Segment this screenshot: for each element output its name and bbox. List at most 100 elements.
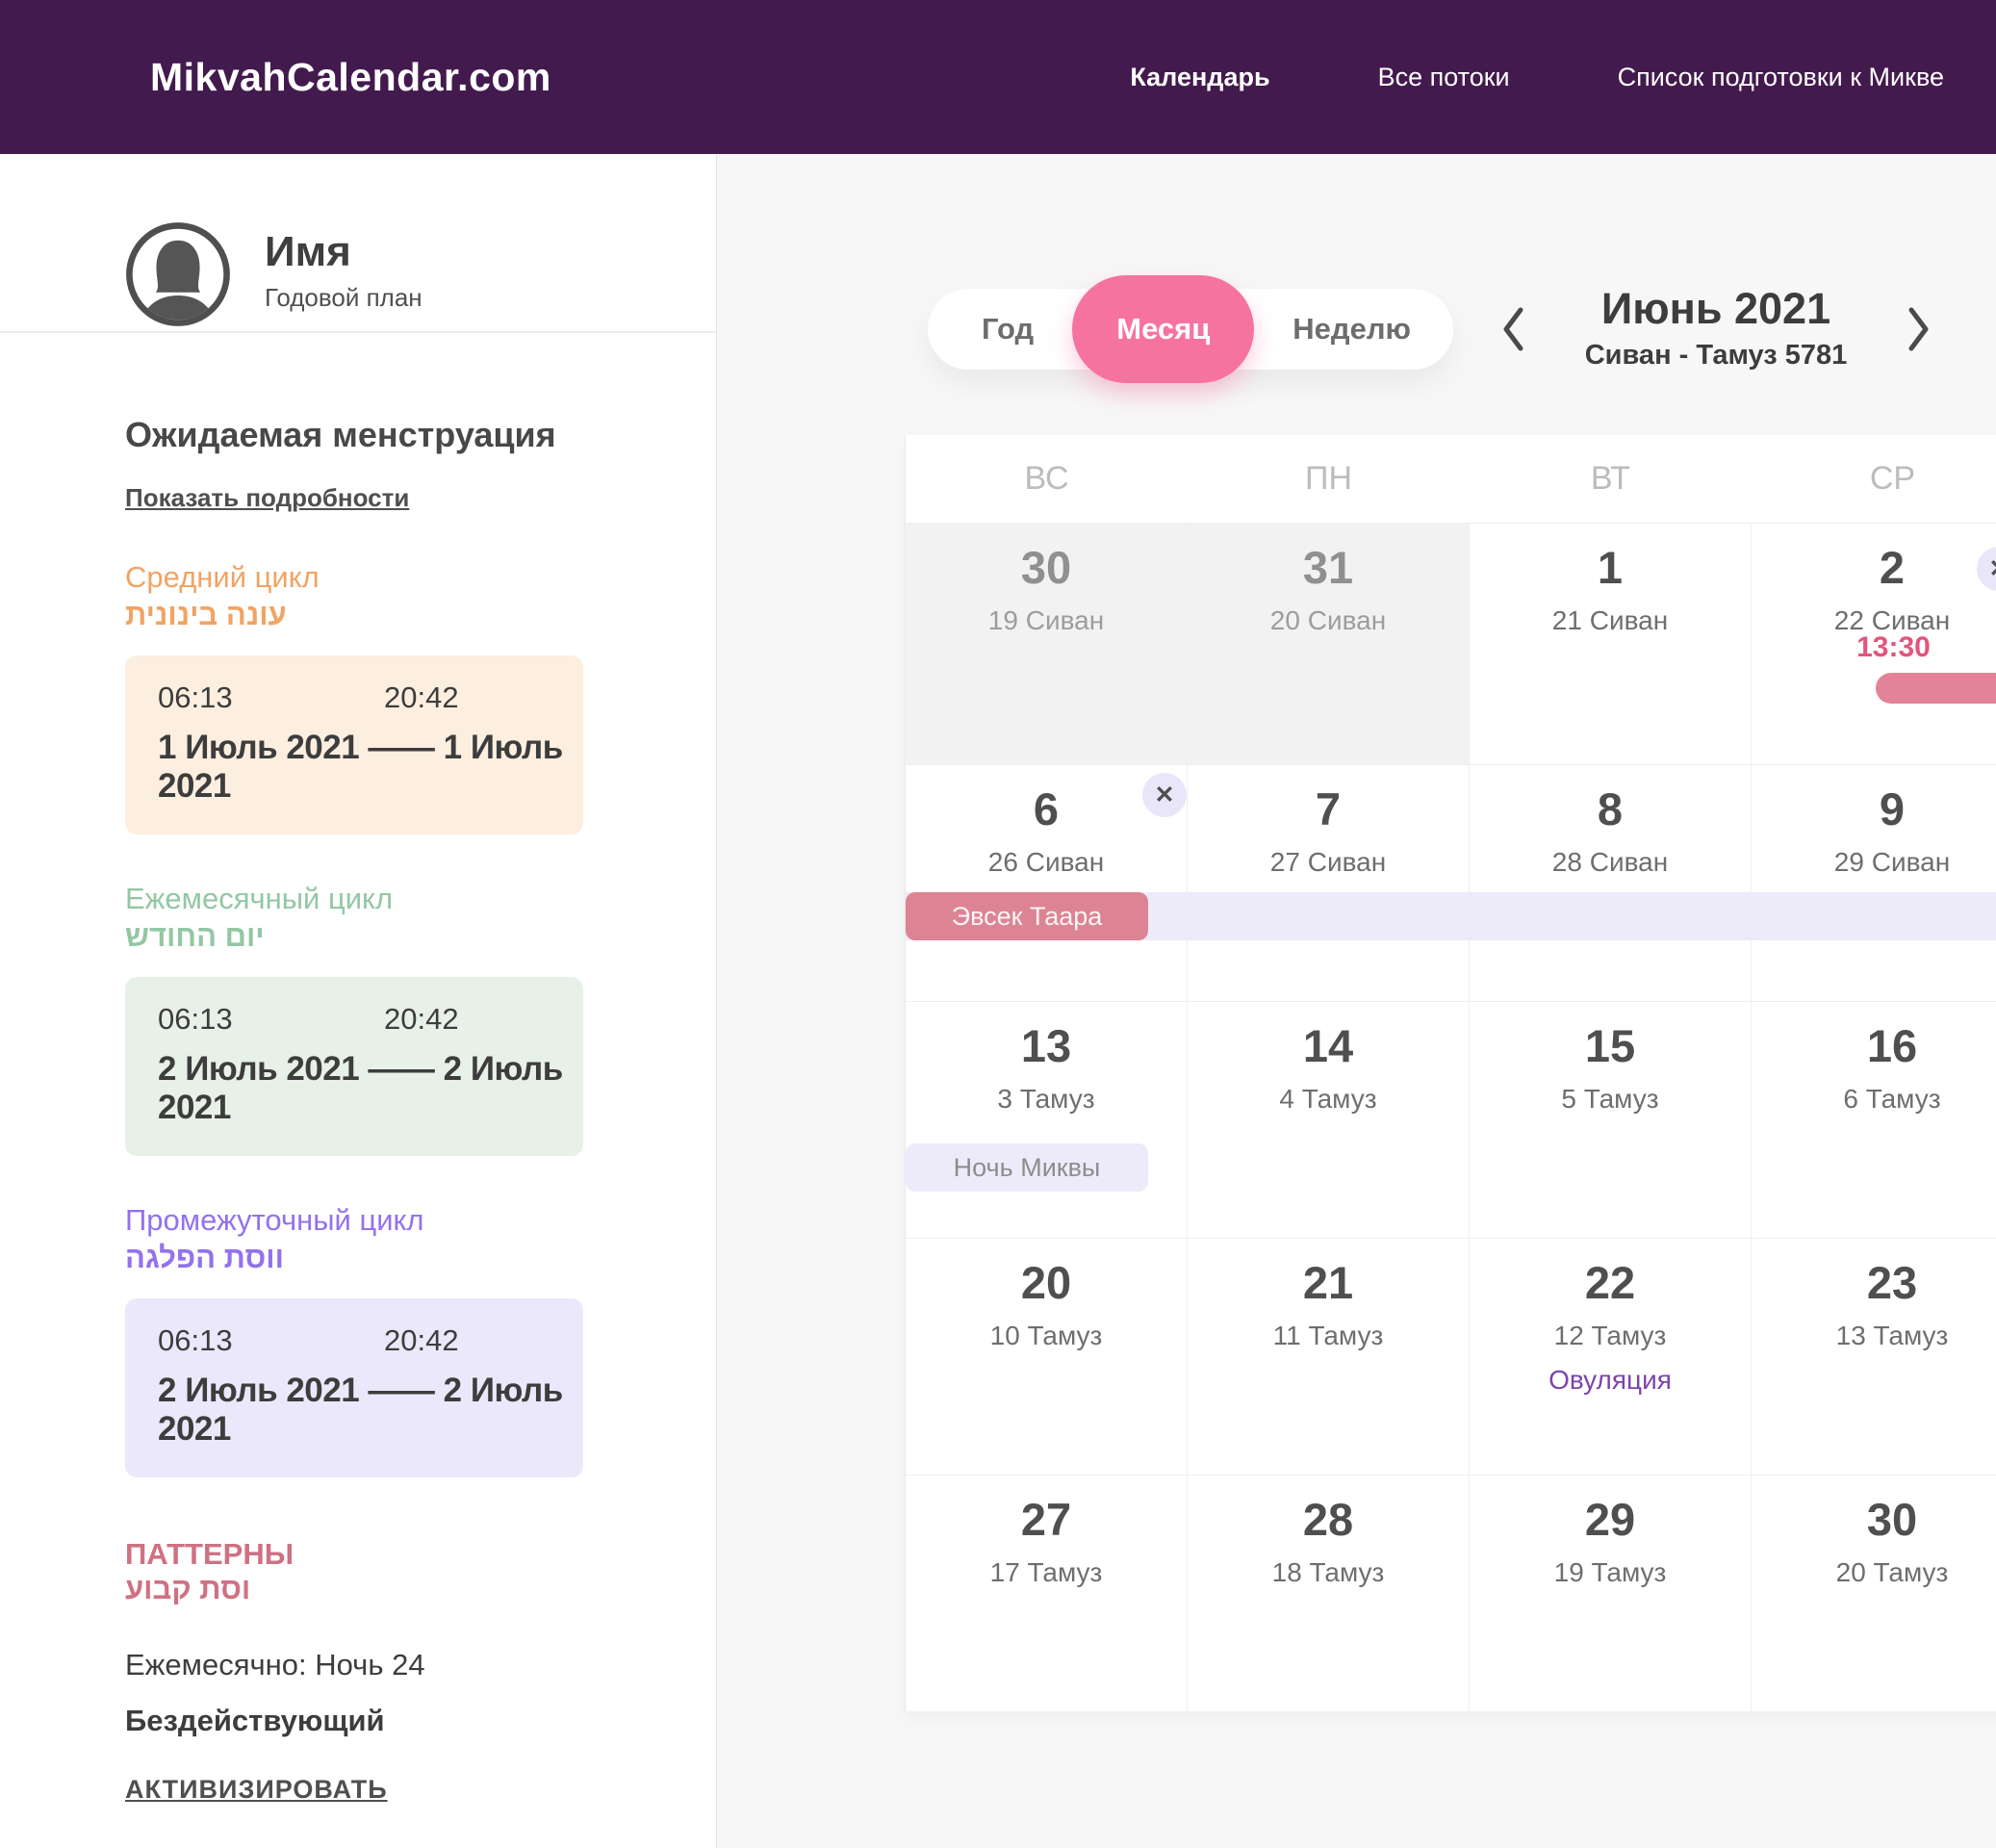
day-number: 9	[1752, 786, 1996, 832]
monthly-cycle-card: 06:13 20:42 2 Июль 2021 —— 2 Июль 2021	[125, 977, 583, 1156]
weekday-mon: ПН	[1188, 460, 1470, 498]
view-year-button[interactable]: Год	[953, 312, 1062, 346]
patterns-monthly: Ежемесячно: Ночь 24	[125, 1648, 716, 1682]
activate-link[interactable]: АКТИВИЗИРОВАТЬ	[125, 1775, 388, 1805]
times-row: 06:13 20:42	[158, 1323, 583, 1358]
app-logo: MikvahCalendar.com	[150, 55, 551, 100]
day-number: 22	[1470, 1260, 1751, 1305]
week-row: 30 19 Сиван 31 20 Сиван 1 21 Сиван 2 22 …	[906, 523, 1996, 764]
profile-text: Имя Годовой план	[265, 221, 422, 327]
day-cell[interactable]: 23 13 Тамуз	[1752, 1239, 1996, 1475]
view-week-button[interactable]: Неделю	[1264, 312, 1440, 346]
date-range: 2 Июль 2021 —— 2 Июль 2021	[158, 1050, 583, 1127]
nav-mikvah-prep-list[interactable]: Список подготовки к Микве	[1612, 62, 1950, 93]
event-time-label: 13:30	[1753, 631, 1996, 664]
day-number: 20	[906, 1260, 1187, 1305]
weekday-header-row: ВС ПН ВТ СР	[906, 435, 1996, 523]
sidebar-content: Ожидаемая менструация Показать подробнос…	[0, 416, 716, 1805]
day-number: 16	[1752, 1023, 1996, 1068]
prev-month-button[interactable]	[1498, 304, 1527, 354]
mikvah-night-badge[interactable]: Ночь Миквы	[906, 1143, 1148, 1192]
patterns-status: Бездействующий	[125, 1704, 716, 1738]
day-cell[interactable]: 27 17 Тамуз	[906, 1476, 1188, 1711]
interval-cycle-title: Промежуточный цикл	[125, 1204, 716, 1237]
day-cell[interactable]: 29 19 Тамуз	[1470, 1476, 1752, 1711]
day-number: 28	[1188, 1497, 1469, 1542]
interval-cycle-hebrew: ווסת הפלגה	[125, 1241, 716, 1275]
expected-menstruation-title: Ожидаемая менструация	[125, 416, 716, 454]
view-month-button[interactable]: Месяц	[1072, 275, 1254, 383]
nav-calendar[interactable]: Календарь	[1124, 62, 1275, 93]
day-cell[interactable]: 8 28 Сиван	[1470, 765, 1752, 1001]
patterns-title: ПАТТЕРНЫ	[125, 1537, 716, 1572]
day-number: 29	[1470, 1497, 1751, 1542]
chevron-right-icon	[1905, 304, 1933, 354]
profile-plan: Годовой план	[265, 283, 422, 313]
average-cycle-card: 06:13 20:42 1 Июль 2021 —— 1 Июль 2021	[125, 655, 583, 834]
date-range: 2 Июль 2021 —— 2 Июль 2021	[158, 1372, 583, 1449]
sidebar-divider	[0, 331, 716, 333]
day-hebrew-date: 26 Сиван	[906, 847, 1187, 878]
day-cell[interactable]: 31 20 Сиван	[1188, 524, 1470, 764]
app-body: Имя Годовой план Ожидаемая менструация П…	[0, 154, 1996, 1848]
month-label-block: Июнь 2021 Сиван - Тамуз 5781	[1585, 287, 1848, 372]
day-hebrew-date: 19 Тамуз	[1470, 1557, 1751, 1588]
month-navigation: Июнь 2021 Сиван - Тамуз 5781	[1498, 287, 1933, 372]
day-hebrew-date: 4 Тамуз	[1188, 1084, 1469, 1115]
day-cell[interactable]: 15 5 Тамуз	[1470, 1002, 1752, 1238]
week-row: 13 3 Тамуз 14 4 Тамуз 15 5 Тамуз 16 6 Та…	[906, 1001, 1996, 1238]
patterns-section: ПАТТЕРНЫ וסת קבוע Ежемесячно: Ночь 24 Бе…	[125, 1537, 716, 1805]
average-cycle-section: Средний цикл עונה בינונית 06:13 20:42 1 …	[125, 561, 716, 834]
day-cell[interactable]: 28 18 Тамуз	[1188, 1476, 1470, 1711]
day-number: 23	[1752, 1260, 1996, 1305]
day-hebrew-date: 19 Сиван	[906, 605, 1187, 636]
profile-block: Имя Годовой план	[0, 154, 716, 327]
hefsek-tahara-badge[interactable]: Эвсек Таара	[906, 892, 1148, 940]
nav-all-flows[interactable]: Все потоки	[1372, 62, 1516, 93]
calendar-main: Год Месяц Неделю Июнь 2021 Сиван - Тамуз…	[717, 154, 1996, 1848]
average-cycle-hebrew: עונה בינונית	[125, 598, 716, 632]
next-month-button[interactable]	[1905, 304, 1933, 354]
day-number: 21	[1188, 1260, 1469, 1305]
day-cell[interactable]: 14 4 Тамуз	[1188, 1002, 1470, 1238]
day-cell[interactable]: 30 19 Сиван	[906, 524, 1188, 764]
day-cell[interactable]: 21 11 Тамуз	[1188, 1239, 1470, 1475]
times-row: 06:13 20:42	[158, 680, 583, 715]
average-cycle-title: Средний цикл	[125, 561, 716, 594]
times-row: 06:13 20:42	[158, 1002, 583, 1037]
day-cell[interactable]: 7 27 Сиван	[1188, 765, 1470, 1001]
show-details-link[interactable]: Показать подробности	[125, 483, 409, 513]
day-hebrew-date: 6 Тамуз	[1752, 1084, 1996, 1115]
chevron-left-icon	[1498, 304, 1527, 354]
day-cell[interactable]: 9 29 Сиван	[1752, 765, 1996, 1001]
day-number: 7	[1188, 786, 1469, 832]
calendar-grid: ВС ПН ВТ СР 30 19 Сиван 31 20 Сиван 1 21…	[905, 435, 1996, 1711]
sidebar: Имя Годовой план Ожидаемая менструация П…	[0, 154, 717, 1848]
close-icon[interactable]: ✕	[1142, 773, 1187, 817]
avatar	[125, 221, 231, 327]
day-cell[interactable]: 30 20 Тамуз	[1752, 1476, 1996, 1711]
day-cell[interactable]: 16 6 Тамуз	[1752, 1002, 1996, 1238]
ovulation-label: Овуляция	[1470, 1365, 1751, 1396]
day-cell[interactable]: 13 3 Тамуз	[906, 1002, 1188, 1238]
interval-cycle-section: Промежуточный цикл ווסת הפלגה 06:13 20:4…	[125, 1204, 716, 1477]
day-hebrew-date: 17 Тамуз	[906, 1557, 1187, 1588]
monthly-cycle-title: Ежемесячный цикл	[125, 883, 716, 915]
month-title: Июнь 2021	[1585, 287, 1848, 330]
month-subtitle: Сиван - Тамуз 5781	[1585, 340, 1848, 372]
day-hebrew-date: 5 Тамуз	[1470, 1084, 1751, 1115]
day-cell[interactable]: 20 10 Тамуз	[906, 1239, 1188, 1475]
end-time: 20:42	[384, 680, 459, 715]
event-bar[interactable]	[1876, 673, 1996, 704]
day-hebrew-date: 13 Тамуз	[1752, 1321, 1996, 1351]
day-cell[interactable]: 22 12 Тамуз Овуляция	[1470, 1239, 1752, 1475]
day-number: 27	[906, 1497, 1187, 1542]
day-hebrew-date: 11 Тамуз	[1188, 1321, 1469, 1351]
start-time: 06:13	[158, 1323, 384, 1358]
patterns-hebrew: וסת קבוע	[125, 1572, 716, 1606]
week-row: 27 17 Тамуз 28 18 Тамуз 29 19 Тамуз 30 2…	[906, 1475, 1996, 1711]
day-number: 31	[1188, 545, 1469, 590]
day-cell[interactable]: 1 21 Сиван	[1470, 524, 1752, 764]
view-switcher: Год Месяц Неделю	[928, 289, 1453, 370]
week-row: 6 26 Сиван 7 27 Сиван 8 28 Сиван 9 29 Си…	[906, 764, 1996, 1001]
